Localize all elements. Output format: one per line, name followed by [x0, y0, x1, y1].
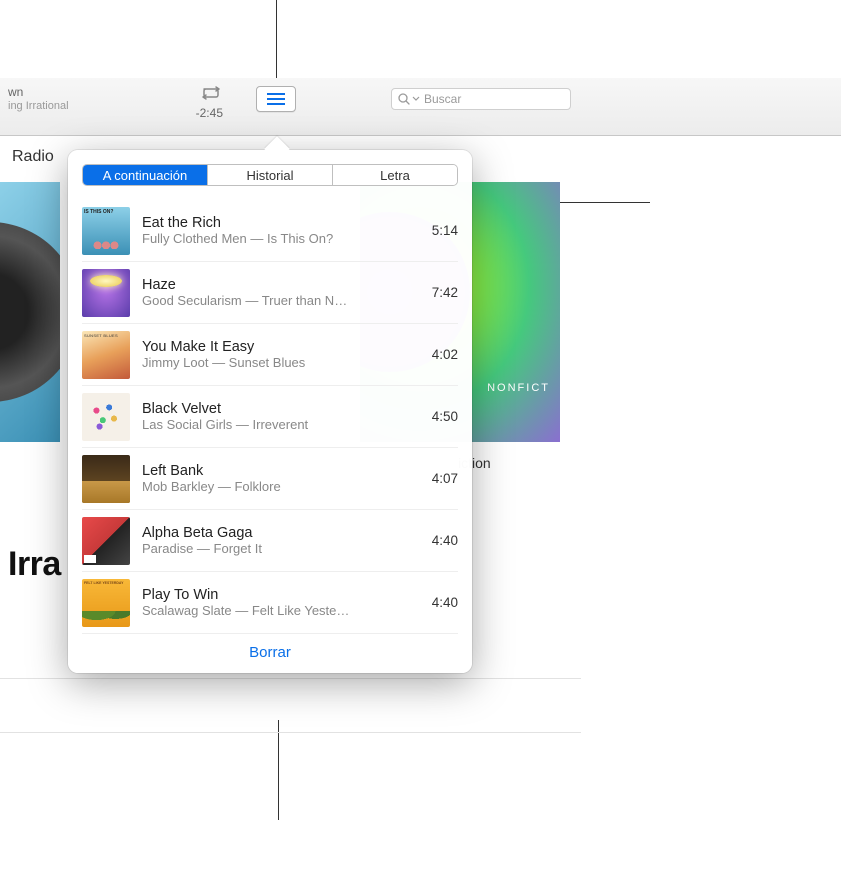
album-art [82, 331, 130, 379]
track-list: Eat the RichFully Clothed Men — Is This … [82, 200, 458, 634]
track-info: Alpha Beta GagaParadise — Forget It [142, 525, 422, 556]
clear-button[interactable]: Borrar [82, 634, 458, 663]
track-subtitle: Mob Barkley — Folklore [142, 479, 422, 494]
track-title: Play To Win [142, 587, 422, 603]
track-duration: 4:40 [432, 533, 458, 548]
track-duration: 4:40 [432, 595, 458, 610]
track-title: You Make It Easy [142, 339, 422, 355]
section-label: Radio [12, 148, 54, 166]
track-duration: 7:42 [432, 285, 458, 300]
page-heading: Irra [8, 545, 61, 584]
callout-line-top [276, 0, 277, 78]
track-info: Left BankMob Barkley — Folklore [142, 463, 422, 494]
track-duration: 4:02 [432, 347, 458, 362]
search-field[interactable]: Buscar [391, 88, 571, 110]
track-subtitle: Jimmy Loot — Sunset Blues [142, 355, 422, 370]
track-title: Black Velvet [142, 401, 422, 417]
track-duration: 4:07 [432, 471, 458, 486]
track-subtitle: Paradise — Forget It [142, 541, 422, 556]
now-playing-subtitle: ing Irrational [8, 99, 69, 113]
divider [0, 732, 581, 733]
tab-historial[interactable]: Historial [208, 165, 333, 185]
track-title: Left Bank [142, 463, 422, 479]
track-title: Eat the Rich [142, 215, 422, 231]
album-art [82, 579, 130, 627]
track-duration: 5:14 [432, 223, 458, 238]
time-remaining: -2:45 [196, 106, 223, 120]
now-playing-title: wn [8, 85, 69, 99]
track-info: You Make It EasyJimmy Loot — Sunset Blue… [142, 339, 422, 370]
album-art [82, 393, 130, 441]
repeat-icon[interactable] [201, 86, 221, 100]
track-row[interactable]: Left BankMob Barkley — Folklore 4:07 [82, 448, 458, 510]
up-next-button[interactable] [256, 86, 296, 112]
tab-a-continuación[interactable]: A continuación [83, 165, 208, 185]
track-subtitle: Las Social Girls — Irreverent [142, 417, 422, 432]
now-playing-info: wn ing Irrational [8, 85, 69, 113]
album-overlay-text: NONFICT [487, 382, 550, 394]
track-row[interactable]: Black VelvetLas Social Girls — Irreveren… [82, 386, 458, 448]
up-next-popover: A continuaciónHistorialLetra Eat the Ric… [68, 150, 472, 673]
callout-line-bottom [278, 720, 279, 820]
album-card[interactable] [0, 182, 60, 442]
track-duration: 4:50 [432, 409, 458, 424]
track-row[interactable]: Alpha Beta GagaParadise — Forget It 4:40 [82, 510, 458, 572]
chevron-down-icon [412, 95, 420, 103]
album-art [82, 269, 130, 317]
track-row[interactable]: Eat the RichFully Clothed Men — Is This … [82, 200, 458, 262]
search-icon [398, 93, 410, 105]
track-title: Alpha Beta Gaga [142, 525, 422, 541]
album-art [82, 207, 130, 255]
track-row[interactable]: You Make It EasyJimmy Loot — Sunset Blue… [82, 324, 458, 386]
album-art [82, 455, 130, 503]
track-info: Play To WinScalawag Slate — Felt Like Ye… [142, 587, 422, 618]
track-title: Haze [142, 277, 422, 293]
track-info: Black VelvetLas Social Girls — Irreveren… [142, 401, 422, 432]
track-row[interactable]: Play To WinScalawag Slate — Felt Like Ye… [82, 572, 458, 634]
divider [0, 678, 581, 679]
track-info: HazeGood Secularism — Truer than N… [142, 277, 422, 308]
track-subtitle: Good Secularism — Truer than N… [142, 293, 422, 308]
track-info: Eat the RichFully Clothed Men — Is This … [142, 215, 422, 246]
search-placeholder: Buscar [424, 92, 461, 106]
track-subtitle: Fully Clothed Men — Is This On? [142, 231, 422, 246]
tab-letra[interactable]: Letra [333, 165, 457, 185]
album-art [82, 517, 130, 565]
popover-tabs: A continuaciónHistorialLetra [82, 164, 458, 186]
track-subtitle: Scalawag Slate — Felt Like Yeste… [142, 603, 422, 618]
track-row[interactable]: HazeGood Secularism — Truer than N… 7:42 [82, 262, 458, 324]
